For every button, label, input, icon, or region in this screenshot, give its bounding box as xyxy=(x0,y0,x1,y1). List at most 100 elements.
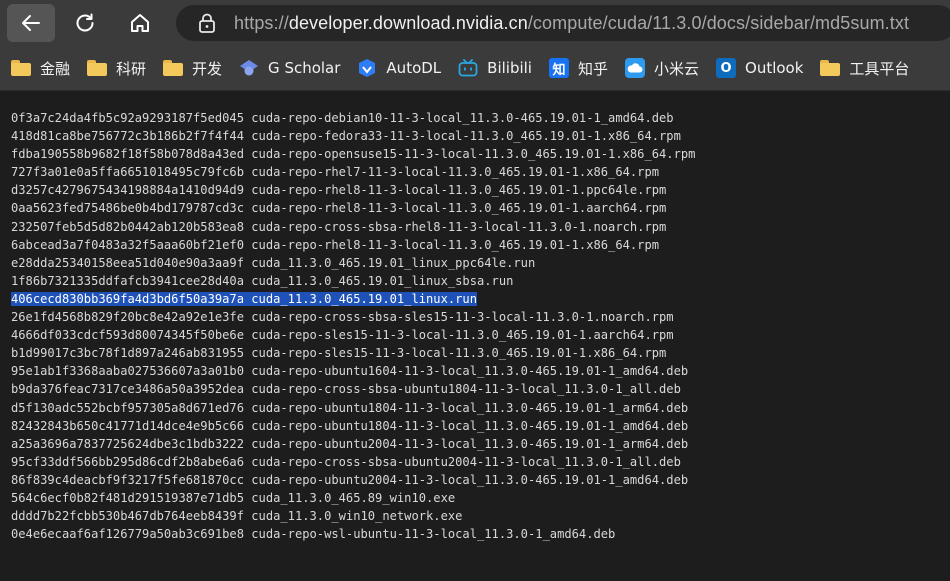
file-name: cuda-repo-rhel7-11-3-local-11.3.0_465.19… xyxy=(251,165,660,180)
md5-line: 564c6ecf0b82f481d291519387e71db5 cuda_11… xyxy=(11,489,695,507)
bookmark-label: Outlook xyxy=(745,59,804,77)
file-name: cuda-repo-rhel8-11-3-local-11.3.0_465.19… xyxy=(251,201,667,216)
zhihu-logo-icon: 知 xyxy=(548,58,570,78)
lock-icon[interactable] xyxy=(196,12,218,34)
md5-hash: 0f3a7c24da4fb5c92a9293187f5ed045 xyxy=(11,111,244,125)
bookmark-label: G Scholar xyxy=(268,59,341,77)
md5-line: a25a3696a7837725624dbe3c1bdb3222 cuda-re… xyxy=(11,435,695,453)
cloud-icon xyxy=(624,58,646,78)
md5-line: 232507feb5d5d82b0442ab120b583ea8 cuda-re… xyxy=(11,218,695,236)
file-name: cuda_11.3.0_465.19.01_linux_ppc64le.run xyxy=(251,255,536,270)
md5-line: 82432843b650c41771d14dce4e9b5c66 cuda-re… xyxy=(11,417,695,435)
bookmark-zhihu[interactable]: 知 知乎 xyxy=(538,53,614,83)
md5-line: 1f86b7321335ddfafcb3941cee28d40a cuda_11… xyxy=(11,272,695,290)
md5-line: 0aa5623fed75486be0b4bd179787cd3c cuda-re… xyxy=(11,199,695,217)
md5-hash: 4666df033cdcf593d80074345f50be6e xyxy=(11,328,244,343)
file-name: cuda_11.3.0_465.89_win10.exe xyxy=(251,490,456,505)
file-name: cuda-repo-rhel8-11-3-local-11.3.0_465.19… xyxy=(251,183,667,198)
bookmark-label: 工具平台 xyxy=(849,59,910,78)
bookmark-bilibili[interactable]: Bilibili xyxy=(447,53,538,83)
file-name: cuda_11.3.0_465.19.01_linux.run xyxy=(251,291,477,306)
url-scheme: https:// xyxy=(234,12,289,33)
md5-hash: 95cf33ddf566bb295d86cdf2b8abe6a6 xyxy=(11,454,244,469)
md5-hash: d3257c4279675434198884a1410d94d9 xyxy=(11,183,244,198)
bookmark-label: AutoDL xyxy=(386,59,442,77)
file-name: cuda-repo-sles15-11-3-local-11.3.0_465.1… xyxy=(251,328,674,343)
md5-hash: 82432843b650c41771d14dce4e9b5c66 xyxy=(11,418,244,433)
bookmark-label: 开发 xyxy=(192,59,223,78)
bookmark-folder-tools[interactable]: 工具平台 xyxy=(809,53,915,83)
md5-line: 6abcead3a7f0483a32f5aaa60bf21ef0 cuda-re… xyxy=(11,236,695,254)
md5-line: 95cf33ddf566bb295d86cdf2b8abe6a6 cuda-re… xyxy=(11,453,695,471)
md5-hash: a25a3696a7837725624dbe3c1bdb3222 xyxy=(11,436,244,451)
md5-hash: 6abcead3a7f0483a32f5aaa60bf21ef0 xyxy=(11,237,244,252)
reload-button[interactable] xyxy=(61,4,109,42)
md5-hash: e28dda25340158eea51d040e90a3aa9f xyxy=(11,255,244,270)
file-name: cuda-repo-cross-sbsa-ubuntu2004-11-3-loc… xyxy=(251,454,681,469)
file-name: cuda_11.3.0_win10_network.exe xyxy=(251,509,463,524)
file-name: cuda-repo-ubuntu1604-11-3-local_11.3.0-4… xyxy=(251,364,689,379)
md5-line: b9da376feac7317ce3486a50a3952dea cuda-re… xyxy=(11,380,695,398)
md5-hash: dddd7b22fcbb530b467db764eeb8439f xyxy=(11,509,244,524)
bookmark-outlook[interactable]: O Outlook xyxy=(705,53,809,83)
url-path: /compute/cuda/11.3.0/docs/sidebar/md5sum… xyxy=(527,12,910,33)
outlook-logo-icon: O xyxy=(715,58,737,78)
md5-hash: b1d99017c3bc78f1d897a246ab831955 xyxy=(11,346,244,361)
md5-hash: d5f130adc552bcbf957305a8d671ed76 xyxy=(11,400,244,415)
bookmark-autodl[interactable]: AutoDL xyxy=(346,53,447,83)
file-name: cuda-repo-cross-sbsa-sles15-11-3-local-1… xyxy=(251,310,674,325)
md5-hash: 406cecd830bb369fa4d3bd6f50a39a7a xyxy=(11,291,244,306)
file-name: cuda-repo-debian10-11-3-local_11.3.0-465… xyxy=(251,111,674,125)
bookmark-folder-dev[interactable]: 开发 xyxy=(152,53,228,83)
md5-line: e28dda25340158eea51d040e90a3aa9f cuda_11… xyxy=(11,254,695,272)
md5-line: 95e1ab1f3368aaba027536607a3a01b0 cuda-re… xyxy=(11,362,695,380)
file-name: cuda-repo-ubuntu1804-11-3-local_11.3.0-4… xyxy=(251,400,689,415)
md5-line: 4666df033cdcf593d80074345f50be6e cuda-re… xyxy=(11,326,695,344)
folder-icon xyxy=(86,58,108,78)
bookmarks-bar: 金融 科研 开发 G Scholar AutoDL Bilibili 知 知乎 … xyxy=(0,46,950,91)
page-content: 0f3a7c24da4fb5c92a9293187f5ed045 cuda-re… xyxy=(0,91,950,581)
bookmark-label: 金融 xyxy=(40,59,71,78)
md5-line: b1d99017c3bc78f1d897a246ab831955 cuda-re… xyxy=(11,344,695,362)
md5-hash: 1f86b7321335ddfafcb3941cee28d40a xyxy=(11,273,244,288)
md5-line: d3257c4279675434198884a1410d94d9 cuda-re… xyxy=(11,181,695,199)
bookmark-folder-research[interactable]: 科研 xyxy=(76,53,152,83)
home-icon xyxy=(131,14,149,32)
file-name: cuda-repo-fedora33-11-3-local-11.3.0_465… xyxy=(251,129,681,144)
bookmark-google-scholar[interactable]: G Scholar xyxy=(228,53,346,83)
md5-hash: 26e1fd4568b829f20bc8e42a92e1e3fe xyxy=(11,310,244,325)
md5-line: 26e1fd4568b829f20bc8e42a92e1e3fe cuda-re… xyxy=(11,308,695,326)
bookmark-label: 科研 xyxy=(116,59,147,78)
bookmark-label: 小米云 xyxy=(654,59,700,78)
md5sum-listing: 0f3a7c24da4fb5c92a9293187f5ed045 cuda-re… xyxy=(11,109,695,543)
bookmark-folder-finance[interactable]: 金融 xyxy=(0,53,76,83)
bookmark-label: 知乎 xyxy=(577,59,608,78)
home-button[interactable] xyxy=(116,4,164,42)
md5-line: 727f3a01e0a5ffa6651018495c79fc6b cuda-re… xyxy=(11,163,695,181)
md5-hash: 418d81ca8be756772c3b186b2f7f4f44 xyxy=(11,129,244,144)
md5-line: 418d81ca8be756772c3b186b2f7f4f44 cuda-re… xyxy=(11,127,695,145)
url-host: developer.download.nvidia.cn xyxy=(288,12,528,33)
url-text[interactable]: https://developer.download.nvidia.cn/com… xyxy=(234,13,909,34)
md5-hash: 0e4e6ecaaf6af126779a50ab3c691be8 xyxy=(11,527,244,542)
md5-hash: fdba190558b9682f18f58b078d8a43ed xyxy=(11,147,244,162)
file-name: cuda-repo-sles15-11-3-local-11.3.0_465.1… xyxy=(251,346,667,361)
bookmark-label: Bilibili xyxy=(487,59,532,77)
folder-icon xyxy=(819,58,841,78)
autodl-logo-icon xyxy=(356,58,378,78)
md5-line: 86f839c4deacbf9f3217f5fe681870cc cuda-re… xyxy=(11,471,695,489)
address-bar[interactable]: https://developer.download.nvidia.cn/com… xyxy=(176,5,950,41)
bilibili-tv-icon xyxy=(457,58,479,78)
back-button[interactable] xyxy=(7,4,55,42)
arrow-left-icon xyxy=(22,15,40,31)
file-name: cuda-repo-ubuntu2004-11-3-local_11.3.0-4… xyxy=(251,436,689,451)
bookmark-mi-cloud[interactable]: 小米云 xyxy=(614,53,705,83)
md5-line: 406cecd830bb369fa4d3bd6f50a39a7a cuda_11… xyxy=(11,290,695,308)
md5-hash: 0aa5623fed75486be0b4bd179787cd3c xyxy=(11,201,244,216)
md5-line: 0e4e6ecaaf6af126779a50ab3c691be8 cuda-re… xyxy=(11,525,695,543)
file-name: cuda-repo-ubuntu1804-11-3-local_11.3.0-4… xyxy=(251,418,689,433)
md5-line: fdba190558b9682f18f58b078d8a43ed cuda-re… xyxy=(11,145,695,163)
file-name: cuda-repo-cross-sbsa-rhel8-11-3-local-11… xyxy=(251,219,667,234)
md5-line: 0f3a7c24da4fb5c92a9293187f5ed045 cuda-re… xyxy=(11,109,695,127)
folder-icon xyxy=(10,58,32,78)
